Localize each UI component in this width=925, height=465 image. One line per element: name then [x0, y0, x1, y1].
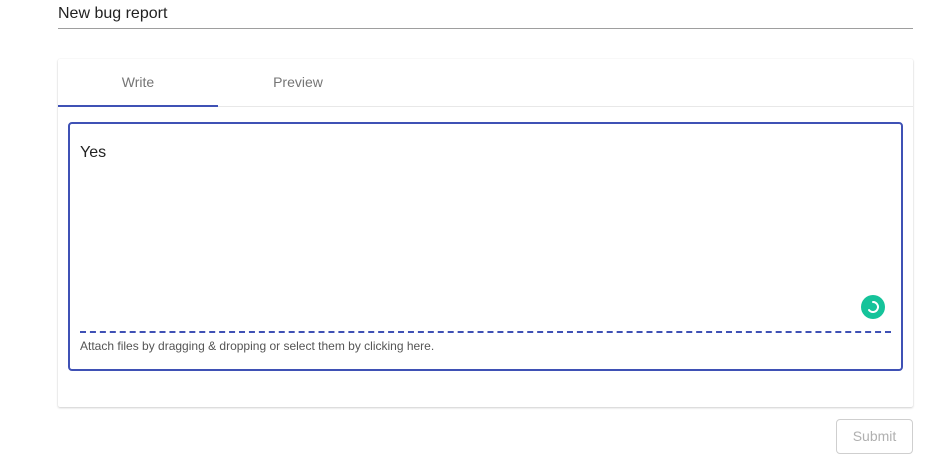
- tab-write-label: Write: [121, 74, 155, 90]
- attach-files-hint: Attach files by dragging & dropping or s…: [80, 339, 435, 353]
- tab-preview-label: Preview: [273, 74, 323, 90]
- editor-card: Write Preview Yes Attach files by draggi…: [58, 59, 913, 407]
- title-input[interactable]: [58, 0, 913, 25]
- attach-files-zone[interactable]: Attach files by dragging & dropping or s…: [80, 331, 891, 361]
- bug-report-page: Write Preview Yes Attach files by draggi…: [0, 0, 925, 465]
- title-field[interactable]: [58, 0, 913, 29]
- markdown-editor: Yes Attach files by dragging & dropping …: [68, 122, 903, 371]
- description-textarea[interactable]: Yes: [80, 144, 890, 294]
- submit-button-label: Submit: [852, 428, 897, 444]
- grammarly-icon[interactable]: [861, 295, 885, 319]
- tab-bar: Write Preview: [58, 59, 913, 107]
- active-tab-indicator: [58, 105, 218, 107]
- tab-write[interactable]: Write: [58, 59, 218, 107]
- tab-preview[interactable]: Preview: [218, 59, 378, 107]
- submit-button[interactable]: Submit: [836, 419, 913, 454]
